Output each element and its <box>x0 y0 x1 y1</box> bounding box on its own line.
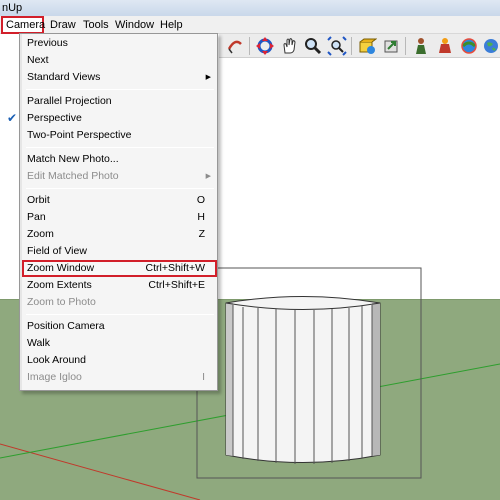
menu-item-parallel-projection[interactable]: Parallel Projection <box>22 93 217 110</box>
menu-help[interactable]: Help <box>156 16 187 34</box>
menu-tools[interactable]: Tools <box>79 16 113 34</box>
menu-item-pan[interactable]: Pan H <box>22 209 217 226</box>
earth-icon[interactable] <box>481 36 500 56</box>
toolbar <box>219 34 500 58</box>
menu-item-edit-matched-photo: Edit Matched Photo ▶ <box>22 168 217 185</box>
menu-item-position-camera[interactable]: Position Camera <box>22 318 217 335</box>
menu-separator <box>26 89 214 90</box>
menu-draw[interactable]: Draw <box>46 16 80 34</box>
menu-separator <box>26 314 214 315</box>
checkmark-icon: ✔ <box>7 111 18 125</box>
submenu-arrow-icon: ▶ <box>205 74 211 81</box>
components-icon[interactable] <box>411 36 431 56</box>
menu-item-field-of-view[interactable]: Field of View <box>22 243 217 260</box>
menu-camera[interactable]: Camera <box>1 16 45 34</box>
zoom-icon[interactable] <box>303 36 323 56</box>
menu-item-look-around[interactable]: Look Around <box>22 352 217 369</box>
menu-item-zoom-extents[interactable]: Zoom Extents Ctrl+Shift+E <box>22 277 217 294</box>
menu-item-two-point-perspective[interactable]: Two-Point Perspective <box>22 127 217 144</box>
menu-item-zoom[interactable]: Zoom Z <box>22 226 217 243</box>
zoom-extents-icon[interactable] <box>327 36 347 56</box>
menu-separator <box>26 147 214 148</box>
menu-window[interactable]: Window <box>111 16 158 34</box>
extension-warehouse-icon[interactable] <box>435 36 455 56</box>
menu-item-perspective[interactable]: ✔ Perspective <box>7 110 217 127</box>
menu-item-zoom-window[interactable]: Zoom Window Ctrl+Shift+W <box>22 260 217 277</box>
get-models-icon[interactable] <box>357 36 378 56</box>
title-bar: nUp <box>0 0 500 16</box>
window-title: nUp <box>2 2 23 14</box>
menu-bar: Camera Draw Tools Window Help <box>0 16 500 34</box>
pan-icon[interactable] <box>279 36 299 56</box>
submenu-arrow-icon: ▶ <box>205 173 211 180</box>
camera-dropdown-menu: Previous Next Standard Views ▶ Parallel P… <box>7 33 218 391</box>
menu-item-match-new-photo[interactable]: Match New Photo... <box>22 151 217 168</box>
menu-item-orbit[interactable]: Orbit O <box>22 192 217 209</box>
menu-separator <box>26 188 214 189</box>
cylinder-model[interactable] <box>225 296 381 465</box>
menu-item-image-igloo: Image Igloo I <box>27 371 205 383</box>
lasso-icon[interactable] <box>225 36 245 56</box>
share-model-icon[interactable] <box>381 36 401 56</box>
menu-item-zoom-to-photo: Zoom to Photo <box>27 296 96 308</box>
orbit-icon[interactable] <box>255 36 275 56</box>
menu-item-walk[interactable]: Walk <box>22 335 217 352</box>
menu-item-previous[interactable]: Previous <box>22 35 217 52</box>
menu-item-next[interactable]: Next <box>22 52 217 69</box>
menu-item-standard-views[interactable]: Standard Views ▶ <box>22 69 217 86</box>
geo-location-icon[interactable] <box>459 36 479 56</box>
